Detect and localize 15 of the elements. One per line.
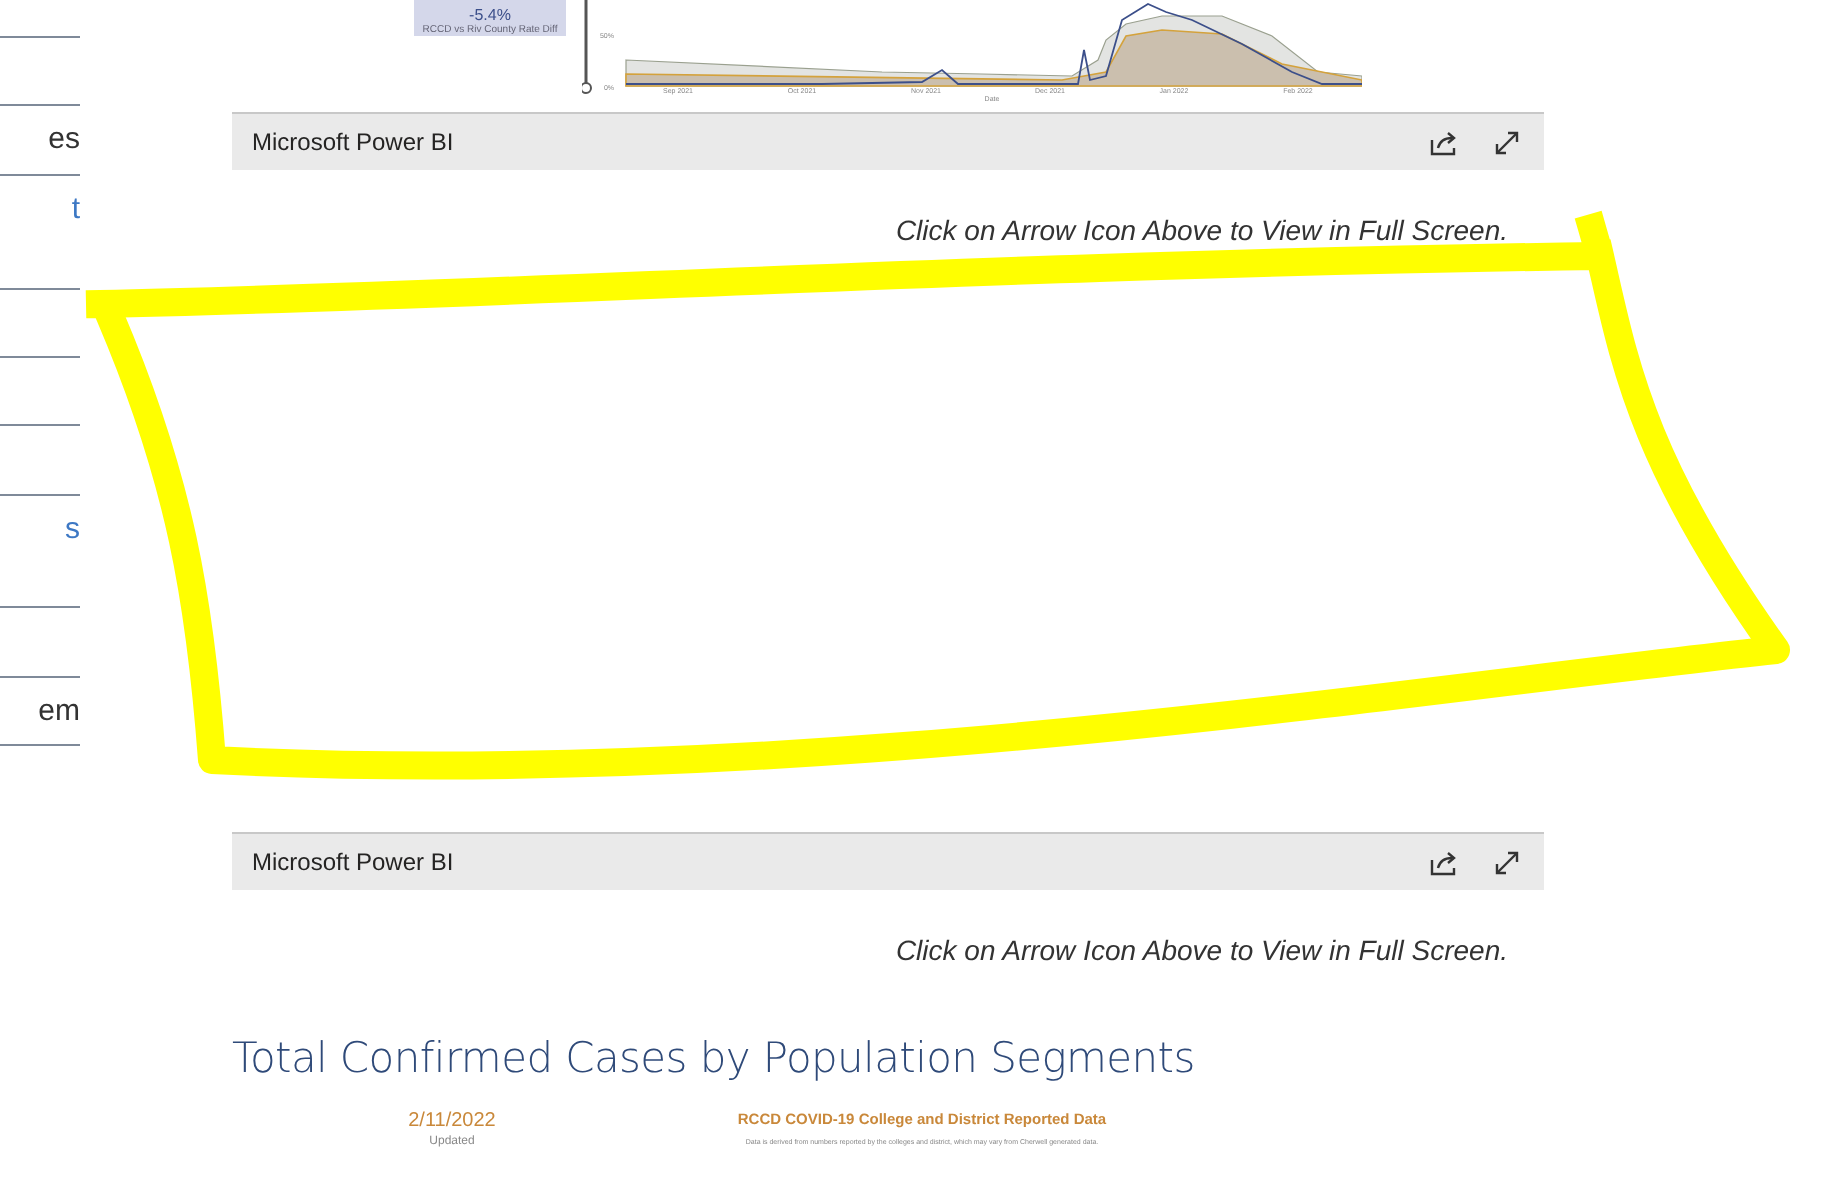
share-icon	[1430, 849, 1458, 875]
nav-link[interactable]: t	[71, 192, 80, 228]
share-icon	[1430, 129, 1458, 155]
kpi-value: -5.4%	[469, 6, 511, 24]
nav-item[interactable]: em	[38, 694, 80, 730]
section-heading: Total Confirmed Cases by Population Segments	[232, 1034, 1197, 1082]
brand-label: Microsoft Power BI	[252, 128, 456, 156]
expand-icon	[1494, 849, 1520, 875]
brand-label: Microsoft Power BI	[252, 848, 456, 876]
fullscreen-hint: Click on Arrow Icon Above to View in Full Screen.	[893, 214, 1510, 246]
updated-date: 2/11/2022	[408, 1110, 496, 1134]
fullscreen-hint: Click on Arrow Icon Above to View in Full Screen.	[893, 934, 1510, 966]
nav-link[interactable]: s	[65, 512, 80, 548]
nav-item[interactable]: es	[48, 122, 80, 158]
expand-icon	[1494, 129, 1520, 155]
